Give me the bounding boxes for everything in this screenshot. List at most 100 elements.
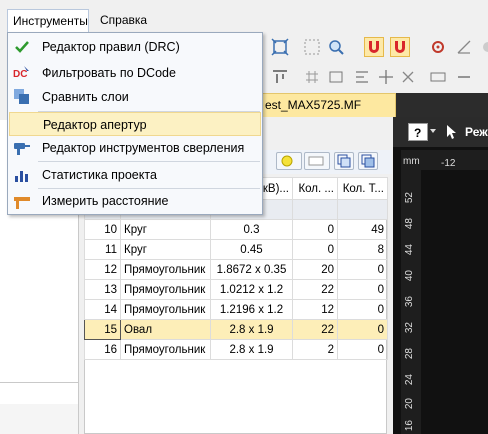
table-row[interactable]: 10 Круг 0.3 0 49 xyxy=(84,219,388,240)
cell-count-t: 0 xyxy=(337,319,388,340)
document-tab-label: est_MAX5725.MF xyxy=(265,98,362,112)
ruler-label: 36 xyxy=(404,296,415,308)
menu-item-compare-layers[interactable]: Сравнить слои xyxy=(9,85,261,109)
toolbar-top xyxy=(262,33,488,63)
copy-aperture-icon[interactable] xyxy=(334,152,354,170)
ruler-label: 24 xyxy=(404,374,415,386)
ruler-top-label: -12 xyxy=(441,158,456,169)
table-row[interactable]: 14 Прямоугольник 1.2196 x 1.2 12 0 xyxy=(84,299,388,320)
chevron-down-icon[interactable] xyxy=(430,129,436,133)
cell-shape: Овал xyxy=(120,319,211,340)
table-row[interactable]: 16 Прямоугольник 2.8 x 1.9 2 0 xyxy=(84,339,388,360)
layers-icon[interactable] xyxy=(326,67,346,87)
ruler-label: 16 xyxy=(404,420,415,432)
menu-item-drc-editor[interactable]: Редактор правил (DRC) xyxy=(9,35,261,59)
help-cursor-icon[interactable]: ? xyxy=(408,123,428,141)
menu-item-label: Измерить расстояние xyxy=(42,194,169,208)
ruler-label: 32 xyxy=(404,322,415,334)
connect-icon[interactable] xyxy=(454,67,474,87)
cell-shape: Круг xyxy=(120,239,211,260)
menu-item-label: Редактор инструментов сверления xyxy=(42,141,245,155)
checkmark-icon xyxy=(13,38,31,56)
document-tab[interactable]: est_MAX5725.MF xyxy=(258,93,396,117)
svg-text:DC: DC xyxy=(13,69,27,80)
menu-item-label: Редактор правил (DRC) xyxy=(42,40,180,54)
cell-count-t: 0 xyxy=(337,279,388,300)
table-row[interactable]: 12 Прямоугольник 1.8672 x 0.35 20 0 xyxy=(84,259,388,280)
cell-size: 2.8 x 1.9 xyxy=(210,319,293,340)
menu-item-drill-tools-editor[interactable]: Редактор инструментов сверления xyxy=(9,136,261,160)
add-rect-aperture-button[interactable] xyxy=(304,152,330,170)
cell-shape: Прямоугольник xyxy=(120,259,211,280)
settings-icon[interactable] xyxy=(428,37,448,57)
zoom-area-icon[interactable] xyxy=(302,37,322,57)
cell-count: 22 xyxy=(292,279,338,300)
cell-no: 11 xyxy=(84,239,121,260)
cell-shape: Прямоугольник xyxy=(120,299,211,320)
cell-no: 14 xyxy=(84,299,121,320)
grid-icon[interactable] xyxy=(302,67,322,87)
tools-dropdown-menu: Редактор правил (DRC) DC Фильтровать по … xyxy=(7,32,263,215)
cell-shape: Прямоугольник xyxy=(120,279,211,300)
ruler-label: 48 xyxy=(404,218,415,230)
cell-size: 1.0212 x 1.2 xyxy=(210,279,293,300)
tab-strip-right-area xyxy=(396,93,488,117)
cell-size: 0.3 xyxy=(210,219,293,240)
cell-no: 12 xyxy=(84,259,121,280)
canvas-toolbar: ? Реж xyxy=(393,117,488,147)
ruler-icon xyxy=(13,192,31,210)
menu-help[interactable]: Справка xyxy=(95,9,152,31)
menu-item-filter-dcode[interactable]: DC Фильтровать по DCode xyxy=(9,61,261,85)
paste-aperture-icon[interactable] xyxy=(358,152,378,170)
cell-shape: Прямоугольник xyxy=(120,339,211,360)
menu-item-aperture-editor[interactable]: Редактор апертур xyxy=(9,112,261,136)
column-header-count[interactable]: Кол. ... xyxy=(292,177,338,200)
cell-count: 2 xyxy=(292,339,338,360)
cell-count-t: 0 xyxy=(337,339,388,360)
move-icon[interactable] xyxy=(376,67,396,87)
left-panel-footer xyxy=(0,404,78,434)
menu-tools[interactable]: Инструменты xyxy=(7,9,89,32)
dcode-filter-icon: DC xyxy=(13,64,31,82)
ruler-label: 40 xyxy=(404,270,415,282)
cell-size: 1.2196 x 1.2 xyxy=(210,299,293,320)
cell-no: 15 xyxy=(84,319,121,340)
svg-text:?: ? xyxy=(414,126,421,140)
snap-magnet-icon[interactable] xyxy=(364,37,384,57)
cell-no: 16 xyxy=(84,339,121,360)
cell-no: 13 xyxy=(84,279,121,300)
table-row-selected[interactable]: 15 Овал 2.8 x 1.9 22 0 xyxy=(84,319,388,340)
align-icon[interactable] xyxy=(352,67,372,87)
table-row[interactable]: 11 Круг 0.45 0 8 xyxy=(84,239,388,260)
zoom-icon[interactable] xyxy=(326,37,346,57)
menu-bar: Инструменты Справка xyxy=(0,0,488,33)
align-top-icon[interactable] xyxy=(270,67,290,87)
pointer-icon[interactable] xyxy=(445,123,459,141)
bar-chart-icon xyxy=(13,166,31,184)
add-circle-aperture-button[interactable] xyxy=(276,152,302,170)
port-icon[interactable] xyxy=(428,67,448,87)
fit-selection-icon[interactable] xyxy=(270,37,290,57)
cell-count: 0 xyxy=(292,219,338,240)
column-header-count-t[interactable]: Кол. Т... xyxy=(337,177,388,200)
table-row[interactable]: 13 Прямоугольник 1.0212 x 1.2 22 0 xyxy=(84,279,388,300)
more-tools-icon[interactable] xyxy=(478,37,488,57)
cell-size: 2.8 x 1.9 xyxy=(210,339,293,360)
menu-item-label: Редактор апертур xyxy=(43,118,147,132)
snap-magnet-2-icon[interactable] xyxy=(390,37,410,57)
menu-item-label: Статистика проекта xyxy=(42,168,157,182)
menu-item-label: Фильтровать по DCode xyxy=(42,66,176,80)
menu-item-measure-distance[interactable]: Измерить расстояние xyxy=(9,189,261,213)
compare-layers-icon xyxy=(13,88,31,106)
cell-count-t: 49 xyxy=(337,219,388,240)
flip-icon[interactable] xyxy=(398,67,418,87)
ruler-label: 52 xyxy=(404,192,415,204)
angle-snap-icon[interactable] xyxy=(454,37,474,57)
cell-count: 22 xyxy=(292,319,338,340)
ruler-label: 28 xyxy=(404,348,415,360)
cell-size: 1.8672 x 0.35 xyxy=(210,259,293,280)
cell-count: 12 xyxy=(292,299,338,320)
mode-label: Реж xyxy=(465,125,488,139)
ruler-unit: mm xyxy=(403,156,420,167)
menu-item-project-statistics[interactable]: Статистика проекта xyxy=(9,163,261,187)
